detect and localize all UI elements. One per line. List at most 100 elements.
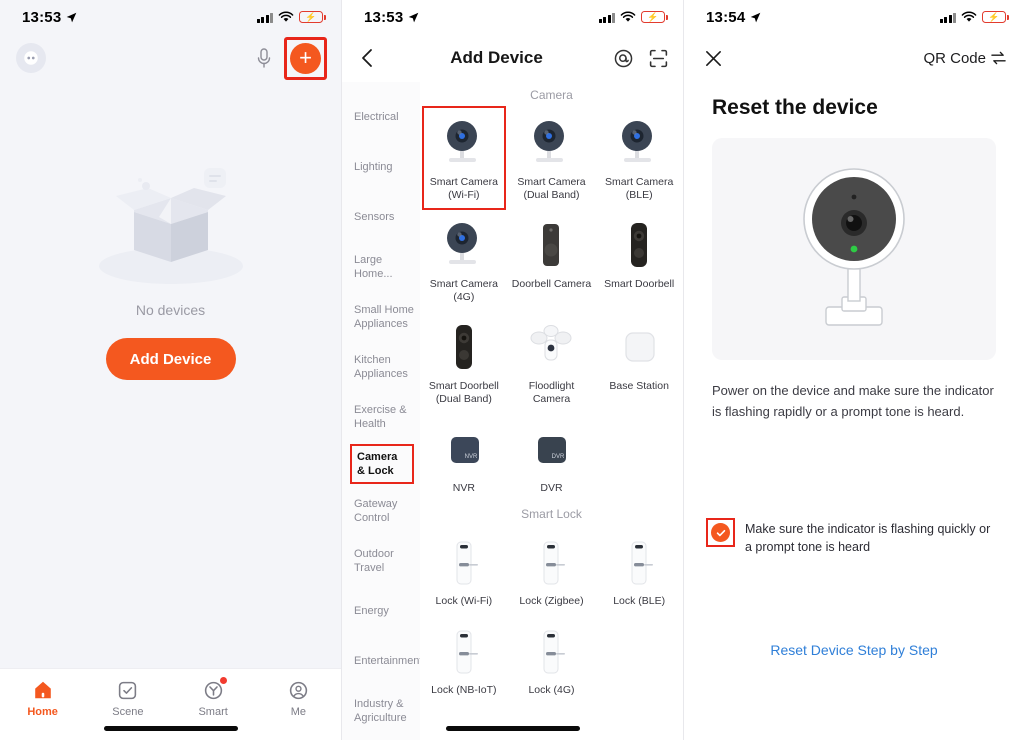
tab-home[interactable]: Home (0, 678, 85, 718)
sidebar-item-lighting[interactable]: Lighting (354, 142, 420, 192)
device-lock-ble[interactable]: Lock (BLE) (595, 525, 683, 614)
door-lock-icon (440, 622, 488, 678)
sidebar-item-entertainment[interactable]: Entertainment (354, 636, 420, 686)
device-lock-zigbee[interactable]: Lock (Zigbee) (508, 525, 596, 614)
microphone-icon[interactable] (254, 47, 274, 69)
add-device-plus-button[interactable]: + (290, 42, 321, 74)
home-icon (31, 678, 55, 702)
device-smart-doorbell[interactable]: Smart Doorbell (595, 208, 683, 310)
home-indicator (445, 726, 580, 731)
empty-box-illustration (98, 168, 243, 284)
tab-me[interactable]: Me (256, 678, 341, 718)
status-bar: 13:53 ⚡ (0, 0, 341, 34)
bullet-camera-icon (527, 114, 575, 170)
device-floodlight-camera[interactable]: Floodlight Camera (508, 310, 596, 412)
device-grid-smart-lock: Lock (Wi-Fi) Lock (Zigbee) Lock (BLE) Lo… (420, 525, 683, 703)
swap-arrows-icon (991, 51, 1006, 65)
sidebar-item-exercise-health[interactable]: Exercise & Health (354, 392, 420, 442)
tab-smart[interactable]: Smart (171, 677, 256, 718)
confirm-check-row: Make sure the indicator is flashing quic… (684, 516, 1024, 556)
avatar-icon[interactable] (16, 43, 46, 73)
page-title: Reset the device (712, 96, 878, 119)
sidebar-item-energy[interactable]: Energy (354, 586, 420, 636)
device-nvr[interactable]: NVR NVR (420, 412, 508, 501)
add-device-highlight-box: + (284, 36, 327, 80)
location-arrow-icon (751, 12, 761, 22)
sidebar-item-outdoor-travel[interactable]: Outdoor Travel (354, 536, 420, 586)
sidebar-item-large-home[interactable]: Large Home... (354, 242, 420, 292)
device-grid-spacer (595, 614, 683, 703)
device-label: Smart Doorbell (Dual Band) (428, 380, 499, 405)
device-grid-wrap: Camera Smart Camera (Wi-Fi) Smart Camera… (420, 82, 683, 740)
door-lock-icon (527, 533, 575, 589)
device-label: Smart Camera (Wi-Fi) (429, 176, 498, 201)
wifi-icon (620, 11, 636, 22)
location-arrow-icon (409, 12, 419, 22)
device-grid-camera: Smart Camera (Wi-Fi) Smart Camera (Dual … (420, 106, 683, 501)
cellular-signal-icon (256, 12, 273, 23)
reset-header: QR Code (684, 34, 1024, 82)
sidebar-item-small-home-appliances[interactable]: Small Home Appliances (354, 292, 420, 342)
status-indicators: ⚡ (598, 11, 668, 23)
confirm-checkbox[interactable] (711, 523, 730, 542)
device-lock-nbiot[interactable]: Lock (NB-IoT) (420, 614, 508, 703)
device-smart-camera-dual-band[interactable]: Smart Camera (Dual Band) (508, 106, 596, 208)
device-smart-camera-4g[interactable]: Smart Camera (4G) (420, 208, 508, 310)
device-label: Lock (4G) (528, 684, 575, 696)
battery-charging-icon: ⚡ (299, 11, 326, 23)
svg-text:NVR: NVR (464, 454, 477, 460)
three-screen-comparison: 13:53 ⚡ + No devices Add Device Home Sce… (0, 0, 1024, 740)
device-smart-camera-wifi[interactable]: Smart Camera (Wi-Fi) (420, 106, 508, 210)
tab-scene[interactable]: Scene (85, 678, 170, 718)
device-base-station[interactable]: Base Station (595, 310, 683, 412)
device-lock-wifi[interactable]: Lock (Wi-Fi) (420, 525, 508, 614)
sidebar-item-kitchen-appliances[interactable]: Kitchen Appliances (354, 342, 420, 392)
smart-doorbell-icon (615, 216, 663, 272)
panel-home-screen: 13:53 ⚡ + No devices Add Device Home Sce… (0, 0, 342, 740)
device-label: Smart Camera (BLE) (605, 176, 674, 201)
device-smart-camera-ble[interactable]: Smart Camera (BLE) (595, 106, 683, 208)
nvr-box-icon: NVR (440, 420, 488, 476)
empty-state: No devices Add Device (0, 150, 341, 380)
reset-step-by-step-link[interactable]: Reset Device Step by Step (684, 642, 1024, 658)
device-label: Lock (Wi-Fi) (435, 595, 493, 607)
door-lock-icon (440, 533, 488, 589)
device-label: Smart Camera (4G) (429, 278, 498, 303)
chevron-left-icon[interactable] (354, 48, 380, 68)
device-dvr[interactable]: DVR DVR (508, 412, 596, 501)
status-time: 13:53 (22, 8, 62, 26)
check-square-icon (116, 678, 140, 702)
device-label: Doorbell Camera (511, 278, 592, 290)
battery-charging-icon: ⚡ (641, 11, 668, 23)
dvr-box-icon: DVR (527, 420, 575, 476)
sidebar-item-gateway-control[interactable]: Gateway Control (354, 486, 420, 536)
device-label: Floodlight Camera (528, 380, 575, 405)
add-device-button[interactable]: Add Device (105, 338, 236, 380)
panel-add-device: 13:53 ⚡ Add Device Electrical Lighting S… (342, 0, 684, 740)
confirm-checkbox-label: Make sure the indicator is flashing quic… (745, 522, 991, 554)
tab-scene-label: Scene (112, 706, 144, 718)
device-doorbell-camera[interactable]: Doorbell Camera (508, 208, 596, 310)
smart-camera-illustration (803, 167, 905, 326)
cellular-signal-icon (939, 12, 956, 23)
device-smart-doorbell-dual-band[interactable]: Smart Doorbell (Dual Band) (420, 310, 508, 412)
sidebar-item-electrical[interactable]: Electrical (354, 92, 420, 142)
bullet-camera-icon (440, 216, 488, 272)
door-lock-icon (527, 622, 575, 678)
at-target-icon[interactable] (613, 48, 634, 69)
close-x-icon[interactable] (702, 47, 724, 69)
sidebar-item-camera-lock[interactable]: Camera & Lock (350, 444, 414, 484)
wifi-icon (961, 11, 977, 22)
device-label: DVR (540, 482, 563, 494)
device-grid-spacer (595, 412, 683, 501)
sidebar-item-industry-agriculture[interactable]: Industry & Agriculture (354, 686, 420, 736)
device-label: Base Station (609, 380, 669, 392)
scan-frame-icon[interactable] (648, 48, 669, 69)
qr-code-toggle[interactable]: QR Code (923, 50, 1006, 67)
device-lock-4g[interactable]: Lock (4G) (508, 614, 596, 703)
checkbox-highlight-box (706, 518, 735, 547)
sidebar-item-sensors[interactable]: Sensors (354, 192, 420, 242)
page-title: Add Device (450, 48, 543, 67)
device-label: Smart Doorbell (604, 278, 675, 290)
tab-smart-label: Smart (198, 706, 228, 718)
